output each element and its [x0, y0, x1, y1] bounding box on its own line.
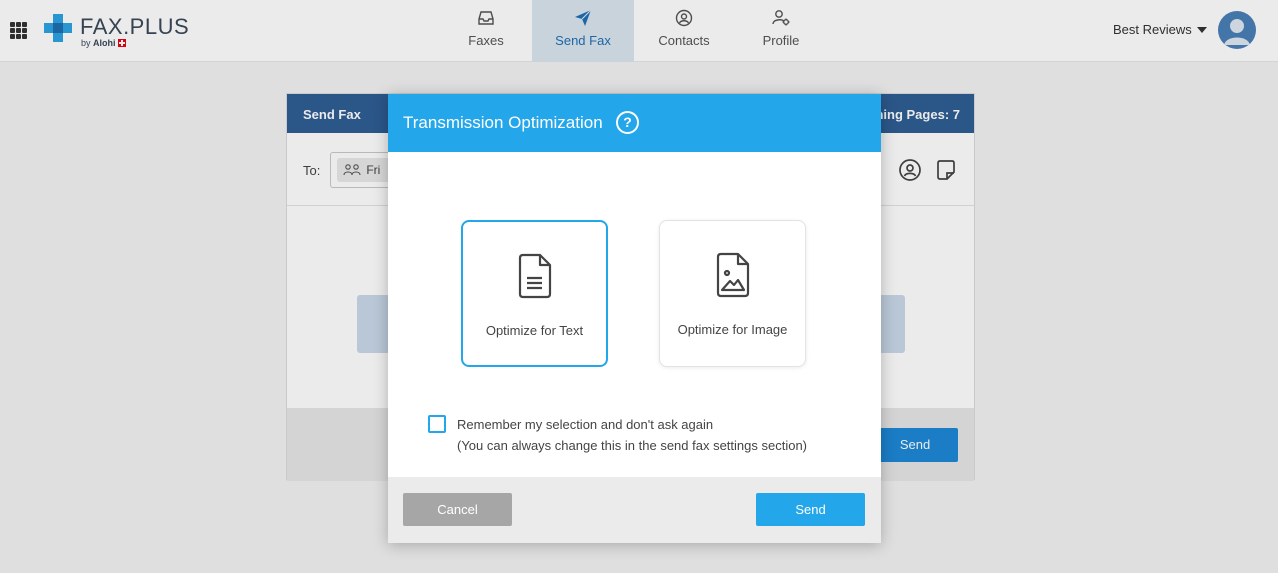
- image-document-icon: [716, 252, 749, 298]
- remember-line-2: (You can always change this in the send …: [457, 438, 808, 453]
- dialog-title: Transmission Optimization: [403, 113, 603, 132]
- help-icon[interactable]: ?: [616, 111, 639, 134]
- optimize-for-text-label: Optimize for Text: [485, 323, 584, 338]
- dialog-header: Transmission Optimization ?: [388, 94, 881, 152]
- transmission-optimization-dialog: Transmission Optimization ? Optimize for…: [388, 94, 881, 543]
- remember-line-1: Remember my selection and don't ask agai…: [457, 417, 714, 432]
- cancel-button[interactable]: Cancel: [403, 493, 512, 526]
- remember-checkbox[interactable]: [428, 415, 446, 433]
- send-button[interactable]: Send: [756, 493, 865, 526]
- dialog-footer: Cancel Send: [388, 477, 881, 543]
- text-document-icon: [518, 253, 551, 299]
- optimize-for-image-label: Optimize for Image: [677, 322, 788, 337]
- remember-text: Remember my selection and don't ask agai…: [457, 414, 807, 456]
- optimize-for-image-option[interactable]: Optimize for Image: [659, 220, 806, 367]
- optimize-for-text-option[interactable]: Optimize for Text: [461, 220, 608, 367]
